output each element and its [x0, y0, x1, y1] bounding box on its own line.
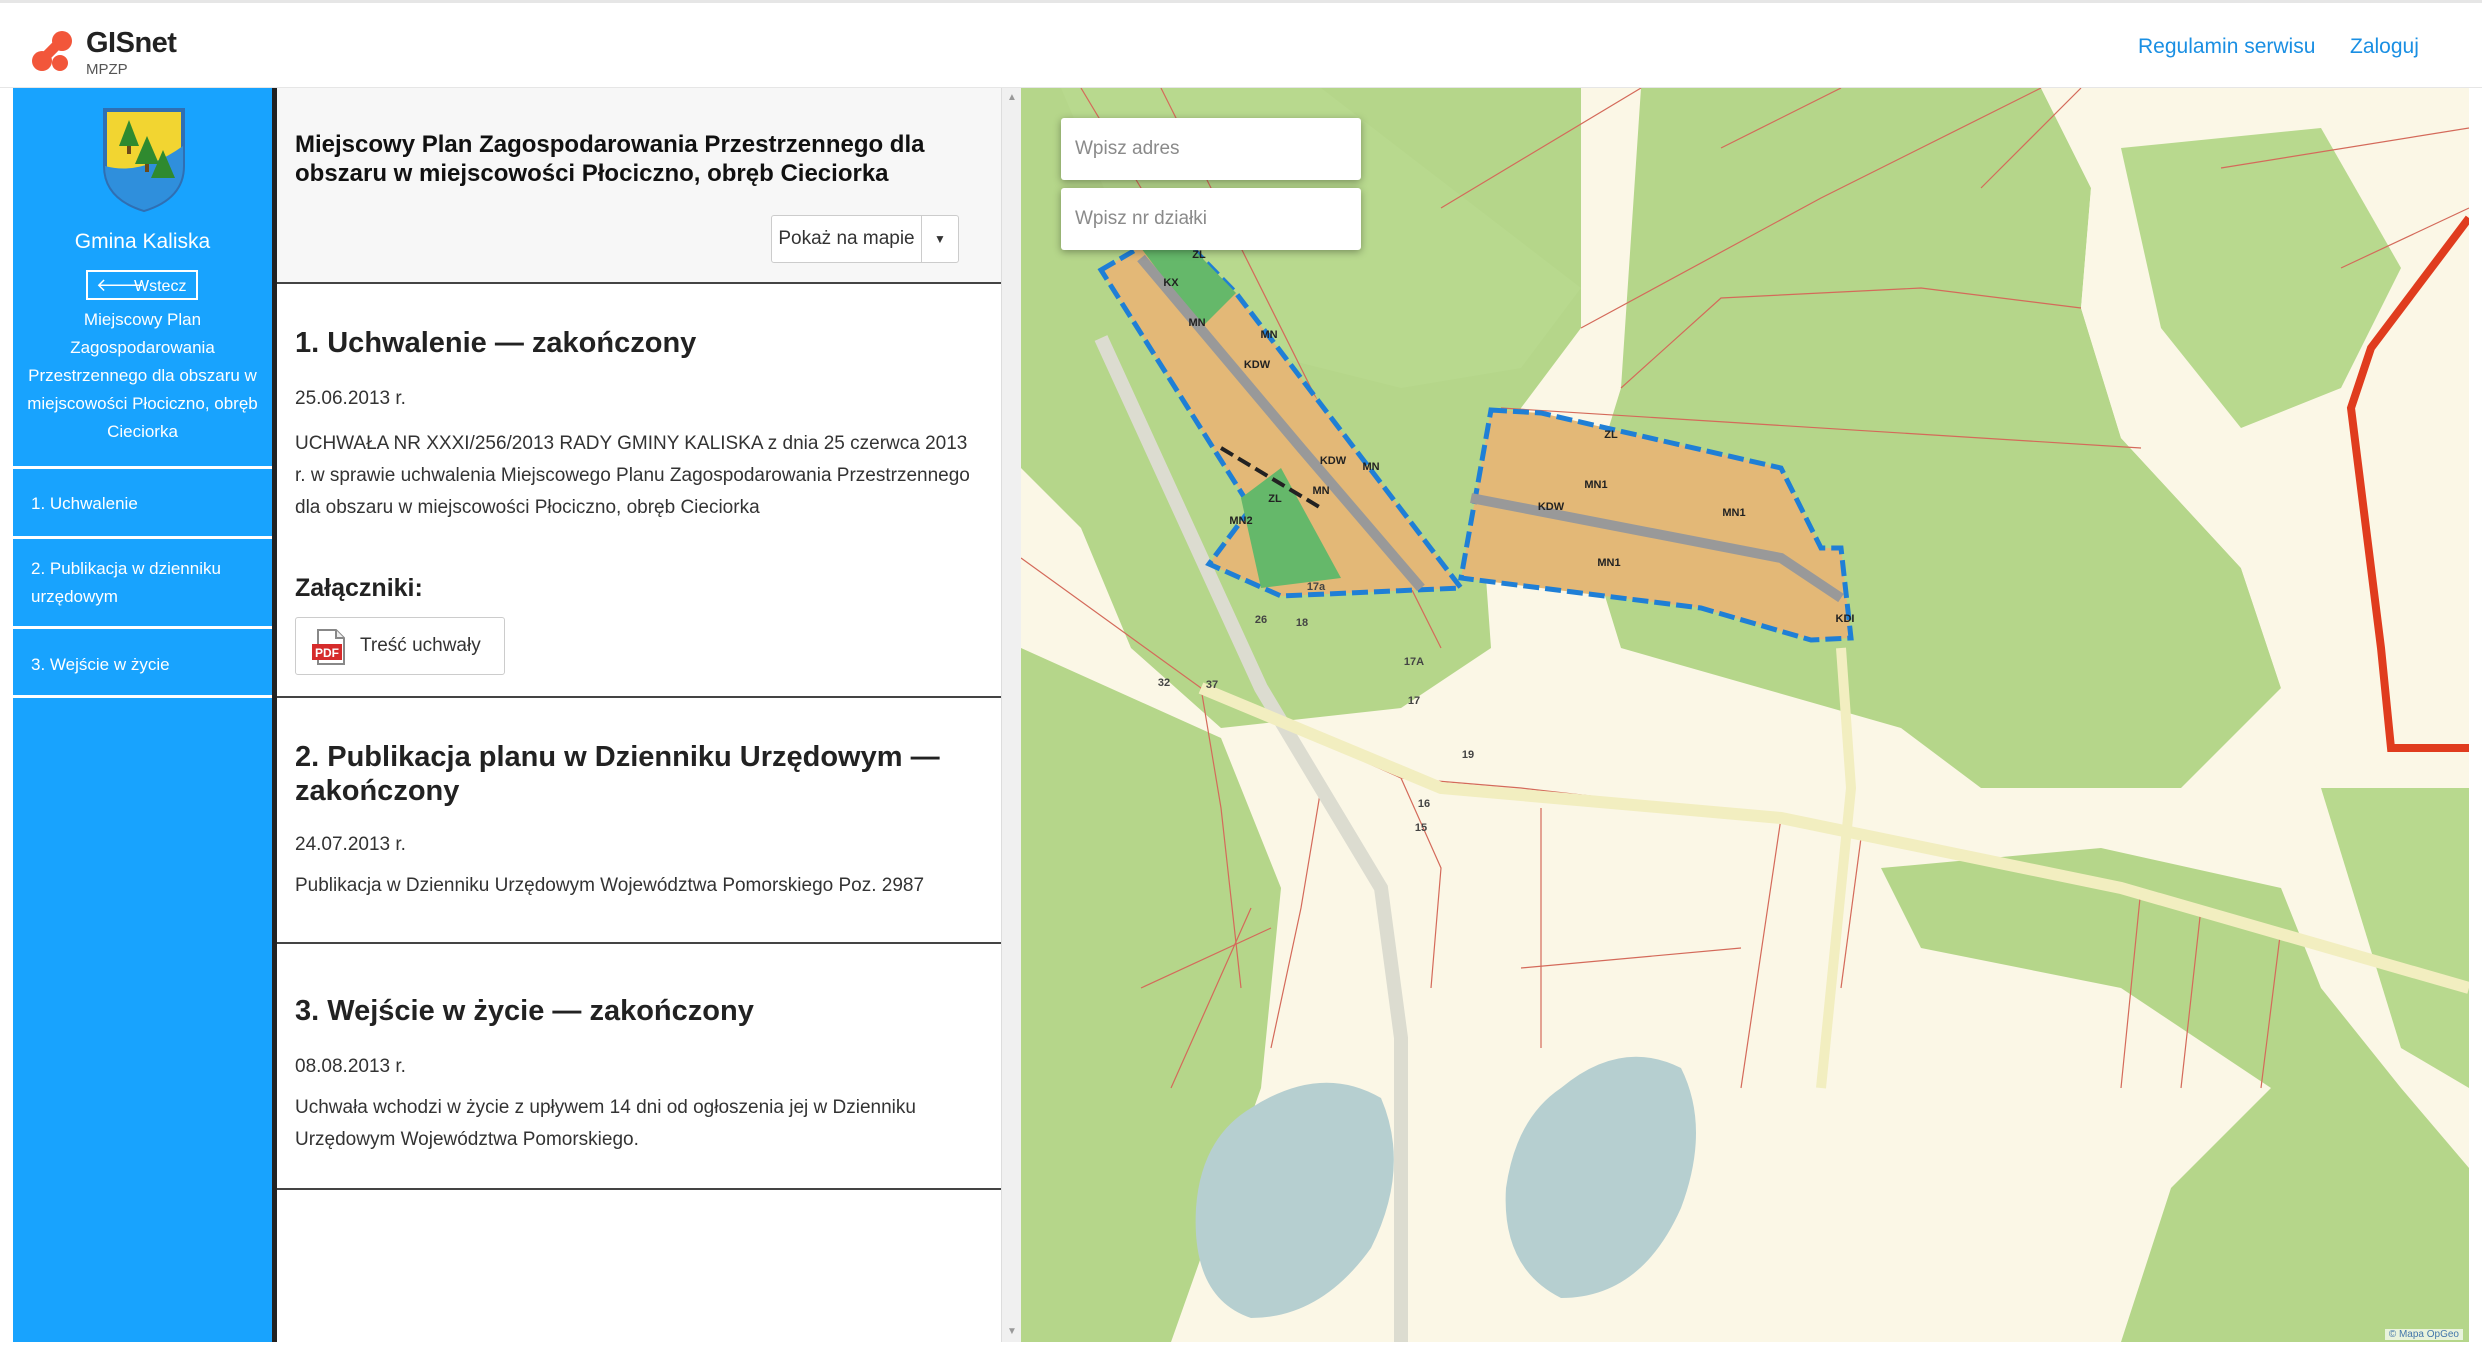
top-bar: GISnet MPZP Regulamin serwisu Zaloguj — [0, 0, 2482, 88]
sidebar: Gmina Kaliska 🡐 Wstecz Miejscowy Plan Za… — [13, 88, 272, 1342]
caret-down-icon[interactable]: ▼ — [922, 216, 958, 262]
panel-scrollbar[interactable]: ▲ ▼ — [1001, 88, 1021, 1342]
map-zone-label: ZL — [1604, 429, 1618, 441]
sidebar-item-uchwalenie[interactable]: 1. Uchwalenie — [13, 466, 272, 536]
sidebar-item-wejscie[interactable]: 3. Wejście w życie — [13, 626, 272, 698]
pdf-icon: PDF — [312, 629, 345, 665]
plan-title: Miejscowy Plan Zagospodarowania Przestrz… — [295, 131, 925, 187]
coat-of-arms-icon — [103, 108, 185, 213]
map-zone-label: ZL — [1268, 493, 1282, 505]
plan-details-panel: Miejscowy Plan Zagospodarowania Przestrz… — [277, 88, 1001, 1342]
section-body: UCHWAŁA NR XXXI/256/2013 RADY GMINY KALI… — [295, 433, 970, 518]
show-on-map-label[interactable]: Pokaż na mapie — [772, 216, 922, 262]
section-title: 2. Publikacja planu w Dzienniku Urzędowy… — [295, 741, 940, 807]
map-zone-label: KDI — [1836, 613, 1855, 625]
map-parcel-label: 16 — [1418, 798, 1430, 810]
section-body: Uchwała wchodzi w życie z upływem 14 dni… — [295, 1097, 916, 1150]
section-date: 08.08.2013 r. — [295, 1056, 406, 1077]
scroll-up-icon[interactable]: ▲ — [1007, 92, 1017, 103]
brand-name: GISnet — [86, 27, 177, 59]
back-button[interactable]: 🡐 Wstecz — [86, 270, 198, 300]
road — [1816, 647, 1857, 1089]
section-uchwalenie: 1. Uchwalenie — zakończony 25.06.2013 r.… — [277, 284, 1001, 698]
terms-link[interactable]: Regulamin serwisu — [2138, 35, 2315, 59]
section-title: 3. Wejście w życie — zakończony — [295, 995, 754, 1027]
map-zone-label: MN — [1260, 329, 1277, 341]
map-zone-label: MN1 — [1584, 479, 1607, 491]
gmina-name: Gmina Kaliska — [74, 230, 211, 253]
map-zone-label: KDW — [1538, 501, 1565, 513]
map-attribution[interactable]: © Mapa OpGeo — [2384, 1329, 2463, 1340]
panel-header: Miejscowy Plan Zagospodarowania Przestrz… — [277, 88, 1001, 284]
map-zone-label: MN1 — [1597, 557, 1620, 569]
sidebar-item-publikacja[interactable]: 2. Publikacja w dzienniku urzędowym — [13, 536, 272, 626]
map-parcel-label: 19 — [1462, 749, 1474, 761]
map-parcel-label: 17A — [1404, 656, 1424, 668]
map-parcel-label: 32 — [1158, 677, 1170, 689]
attachments-label: Załączniki: — [295, 574, 423, 602]
section-title: 1. Uchwalenie — zakończony — [295, 327, 697, 359]
map-zone-label: ZL — [1192, 249, 1206, 261]
section-body: Publikacja w Dzienniku Urzędowym Wojewód… — [295, 875, 925, 896]
section-publikacja: 2. Publikacja planu w Dzienniku Urzędowy… — [277, 698, 1001, 944]
attachment-label: Treść uchwały — [360, 635, 481, 656]
map-parcel-label: 26 — [1255, 614, 1267, 626]
sidebar-plan-title: Miejscowy Plan Zagospodarowania Przestrz… — [27, 310, 258, 441]
scroll-down-icon[interactable]: ▼ — [1007, 1326, 1017, 1337]
map-zone-label: MN — [1188, 317, 1205, 329]
map-zone-label: KDW — [1320, 455, 1347, 467]
section-wejscie: 3. Wejście w życie — zakończony 08.08.20… — [277, 944, 1001, 1190]
map-parcel-label: 18 — [1296, 617, 1308, 629]
map-zone-label: MN2 — [1229, 515, 1252, 527]
map-zone-label: KDW — [1244, 359, 1271, 371]
page-right-margin — [2469, 88, 2482, 1354]
section-date: 24.07.2013 r. — [295, 834, 406, 855]
map-view[interactable]: KX ZL MN MN KDW KDW MN MN ZL MN2 ZL MN1 … — [1021, 88, 2469, 1342]
address-search-input[interactable] — [1061, 118, 1361, 180]
login-link[interactable]: Zaloguj — [2350, 35, 2419, 59]
map-canvas[interactable]: KX ZL MN MN KDW KDW MN MN ZL MN2 ZL MN1 … — [1021, 88, 2469, 1342]
attachment-button[interactable]: PDF Treść uchwały — [295, 617, 505, 675]
lake — [1505, 1056, 1696, 1298]
show-on-map-button[interactable]: Pokaż na mapie ▼ — [771, 215, 959, 263]
svg-text:PDF: PDF — [315, 646, 339, 660]
map-parcel-label: 15 — [1415, 822, 1427, 834]
map-zone-label: MN1 — [1722, 507, 1745, 519]
back-button-label: Wstecz — [134, 278, 187, 295]
map-parcel-label: 17 — [1408, 695, 1420, 707]
gisnet-logo-icon — [32, 31, 72, 71]
parcel-search-input[interactable] — [1061, 188, 1361, 250]
map-parcel-label: 17a — [1307, 581, 1326, 593]
map-zone-label: MN — [1362, 461, 1379, 473]
map-parcel-label: 37 — [1206, 679, 1218, 691]
page-bottom-margin — [0, 1342, 2482, 1354]
section-date: 25.06.2013 r. — [295, 388, 406, 409]
map-zone-label: KX — [1163, 277, 1179, 289]
brand-subtitle: MPZP — [86, 61, 128, 78]
map-zone-label: MN — [1312, 485, 1329, 497]
